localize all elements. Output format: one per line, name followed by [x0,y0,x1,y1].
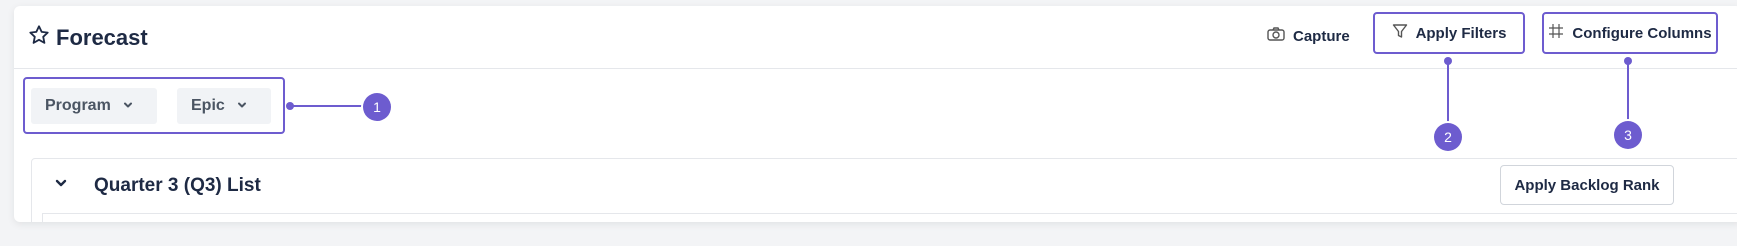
configure-columns-button[interactable]: Configure Columns [1542,12,1718,54]
callout-2-line [1447,61,1449,125]
callout-2-badge: 2 [1434,123,1462,151]
list-title: Quarter 3 (Q3) List [94,175,261,196]
program-label: Program [45,97,111,114]
program-dropdown[interactable]: Program [31,88,157,124]
callout-3-badge: 3 [1614,121,1642,149]
grid-icon [1548,23,1564,43]
filter-icon [1392,23,1408,43]
camera-icon [1267,27,1285,45]
epic-label: Epic [191,97,225,114]
configure-columns-label: Configure Columns [1572,24,1712,42]
apply-backlog-rank-button[interactable]: Apply Backlog Rank [1500,165,1674,205]
quarter-list-panel: Quarter 3 (Q3) List Apply Backlog Rank [31,158,1737,222]
capture-label: Capture [1293,27,1350,45]
capture-button[interactable]: Capture [1267,27,1350,45]
apply-filters-button[interactable]: Apply Filters [1373,12,1525,54]
selector-group-highlight: Program Epic [23,77,285,134]
callout-1-badge: 1 [363,93,391,121]
epic-dropdown[interactable]: Epic [177,88,271,124]
star-icon[interactable] [28,24,50,51]
chevron-down-icon [237,97,247,115]
chevron-down-icon [123,97,133,115]
callout-1-line [290,105,366,107]
title-area: Forecast [28,24,148,51]
forecast-header: Forecast Capture Apply Filters Configure… [14,6,1737,69]
callout-3-line [1627,61,1629,125]
apply-filters-label: Apply Filters [1415,24,1507,42]
list-body [42,213,1737,222]
chevron-down-icon[interactable] [54,176,68,195]
page-title: Forecast [56,24,148,50]
